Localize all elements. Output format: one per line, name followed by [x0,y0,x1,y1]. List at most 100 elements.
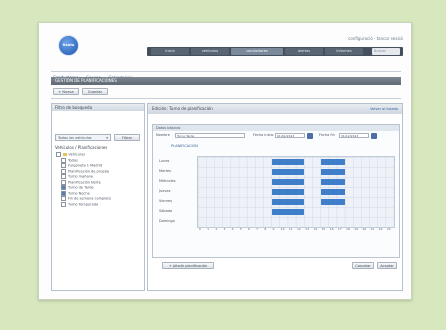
planning-form: Datos básicos Nombre Turno Tarde Fecha i… [152,124,400,258]
hour-label: 2 [215,227,218,231]
schedule-block[interactable] [271,209,305,215]
vehicle-select[interactable]: Todos los vehículos ▾ [55,134,111,141]
cancel-button[interactable]: Cancelar [352,262,374,269]
day-label: Miércoles [159,179,176,183]
hour-label: 5 [239,227,242,231]
sub-navigation: ConductoresGruposCalendarios [53,64,140,80]
filter-button[interactable]: Filtrar [114,134,140,141]
divider [51,71,401,72]
hour-label: 13 [305,227,309,231]
nav-tab-2[interactable]: conductores [231,48,283,55]
tree-item-label: Todos [68,158,78,162]
hour-label: 19 [354,227,358,231]
hour-label: 9 [272,227,275,231]
tree-item-label: Furgoneta 1 Madrid [68,163,103,168]
schedule-title: PLANIFICACIÓN [171,144,198,148]
tree-checkbox[interactable] [61,168,66,174]
tree-item-label: Turno de Tarde [68,185,94,190]
day-label: Lunes [159,159,170,163]
hour-label: 18 [346,227,350,231]
folder-icon [63,153,67,156]
hour-label: 10 [280,227,285,231]
vehicle-select-value: Todos los vehículos [58,136,92,140]
day-label: Sábado [159,209,173,213]
hour-label: 1 [207,227,210,231]
tree-checkbox[interactable] [61,174,66,179]
edit-panel: Edición: Turno de planificación Volver a… [147,103,403,291]
nav-tab-3[interactable]: alertas [285,48,323,55]
schedule-block[interactable] [320,179,345,185]
name-input[interactable]: Turno Tarde [175,133,245,138]
tree-item-label: Turno Noche [68,191,90,195]
name-label: Nombre [156,133,170,137]
hour-label: 21 [370,227,375,231]
nav-search-input[interactable]: Buscar [372,48,400,55]
tree-checkbox[interactable] [61,157,66,163]
tree-item-label: Vehículos [68,152,86,157]
add-planning-button[interactable]: + Añadir planificación [162,262,214,269]
schedule-block[interactable] [271,179,305,185]
end-date-input[interactable]: 31/12/2013 [339,133,369,138]
tree-checkbox[interactable] [61,163,66,168]
filter-panel-title: Filtro de búsqueda [52,104,144,111]
hour-label: 20 [362,227,367,231]
hour-label: 16 [329,227,334,231]
main-navbar: inicio vehículos conductores alertas informe… [147,47,403,56]
schedule-block[interactable] [320,159,345,165]
hour-label: 23 [386,227,391,231]
tree-checkbox[interactable] [56,152,61,157]
tree-checkbox[interactable] [61,196,66,201]
chevron-down-icon: ▾ [106,136,108,140]
day-label: Martes [159,169,171,173]
nav-tab-1[interactable]: vehículos [191,48,229,55]
tree-subtitle: Vehículos / Planificaciones [55,145,108,150]
schedule-block[interactable] [320,199,345,205]
new-button[interactable]: + Nueva [53,88,79,95]
schedule-block[interactable] [271,199,305,205]
divider [51,98,401,99]
hour-label: 4 [231,227,234,231]
hour-label: 11 [288,227,293,231]
hour-label: 6 [248,227,250,231]
start-date-label: Fecha inicio [253,133,274,137]
end-date-label: Fecha fin [319,133,335,137]
calendar-icon[interactable] [371,132,377,139]
schedule-block[interactable] [320,169,345,175]
app-window: Rantu configuració · tancar sessió inici… [38,22,412,300]
schedule-block[interactable] [320,189,345,195]
nav-tab-4[interactable]: informes [325,48,363,55]
tree-checkbox[interactable] [61,201,66,207]
day-label: Jueves [159,189,171,193]
tree-item-label: Turno mañana [68,174,93,179]
section-title-bar: GESTIÓN DE PLANIFICACIONES [51,77,401,85]
hour-label: 12 [297,227,301,231]
top-user-links[interactable]: configuració · tancar sessió [335,36,403,41]
hour-label: 17 [337,227,342,231]
nav-tab-0[interactable]: inicio [151,48,189,55]
tree-item-label: Planificación de prueba [68,169,109,173]
back-to-list-link[interactable]: Volver al listado [370,107,398,112]
tree-checkbox[interactable] [61,185,66,190]
schedule-block[interactable] [271,189,305,195]
accept-button[interactable]: Aceptar [377,262,397,269]
hour-label: 7 [256,227,259,231]
save-button[interactable]: Guardar [82,88,108,95]
tree-checkbox[interactable] [61,190,66,196]
schedule-block[interactable] [271,169,305,175]
weekly-schedule-grid[interactable] [197,156,395,228]
hour-label: 14 [313,227,318,231]
tree-item[interactable]: Turno Temporada [56,201,142,208]
tree-checkbox[interactable] [61,179,66,185]
calendar-icon[interactable] [307,132,313,139]
form-section-title: Datos básicos [153,125,399,131]
hour-label: 0 [199,227,201,231]
hour-label: 3 [223,227,226,231]
company-logo[interactable]: Rantu [58,35,79,56]
schedule-block[interactable] [271,159,305,165]
tree-item-label: Turno Temporada [68,202,99,206]
hour-label: 22 [378,227,383,231]
start-date-input[interactable]: 01/01/2013 [275,133,305,138]
edit-panel-title: Edición: Turno de planificación [148,104,402,114]
tree-item-label: Fin de semana completo [68,196,111,201]
hour-label: 8 [264,227,267,231]
